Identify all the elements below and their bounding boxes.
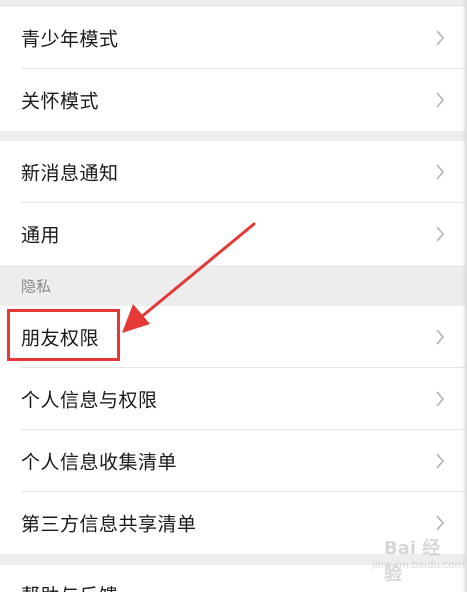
annotation-arrow-icon	[122, 222, 256, 333]
watermark-url: jingyan.baidu.com	[372, 560, 465, 571]
baidu-watermark-logo: Bai 经验 jingyan.baidu.com	[354, 532, 464, 585]
right-edge-shadow	[462, 0, 467, 592]
